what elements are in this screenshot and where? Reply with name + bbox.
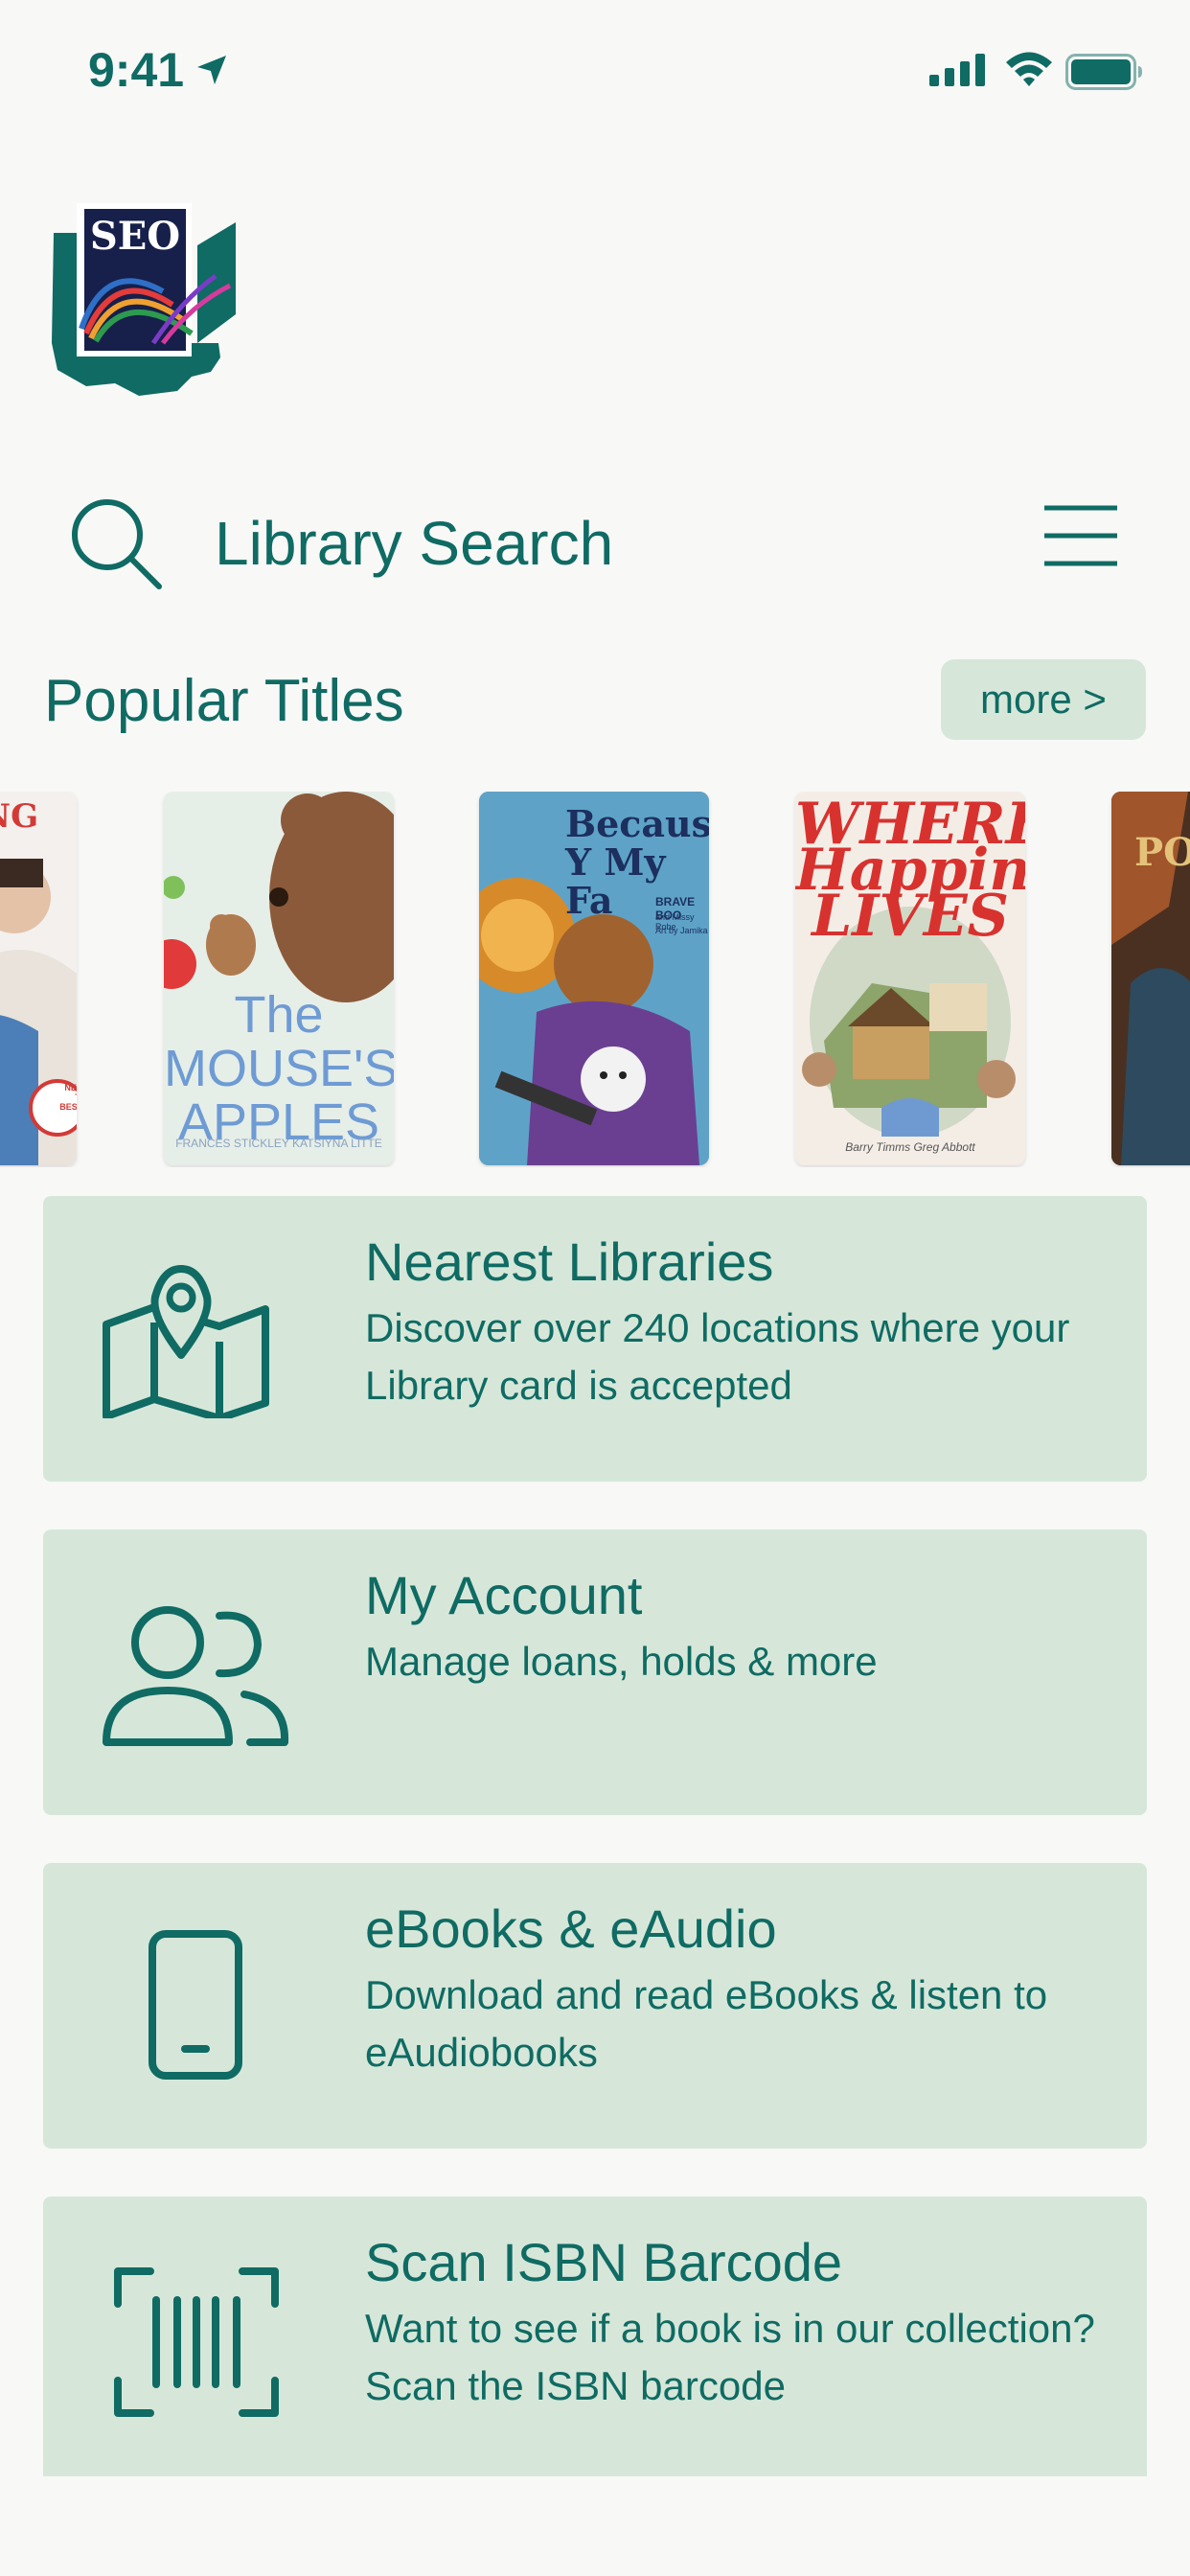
book-title: The MOUSE'S APPLES [164,986,394,1151]
scan-isbn-card[interactable]: Scan ISBN Barcode Want to see if a book … [43,2196,1147,2476]
book-art-credit: Art by Jamika [655,926,708,935]
book-illustration [0,859,77,1165]
card-description: Want to see if a book is in our collecti… [365,2306,1095,2408]
logo-text: SEO [90,214,180,259]
card-title: My Account [365,1565,643,1625]
card-description: Download and read eBooks & listen to eAu… [365,1972,1048,2075]
book-authors: FRANCES STICKLEY KATSIYNA LITTE [175,1137,382,1150]
battery-icon [1065,54,1142,90]
book-cover[interactable]: The MOUSE'S APPLES FRANCES STICKLEY KATS… [164,792,394,1165]
card-title: Nearest Libraries [365,1231,774,1292]
seo-logo: SEO [52,203,236,396]
card-description: Discover over 240 locations where your L… [365,1305,1070,1408]
library-search-label[interactable]: Library Search [215,508,613,579]
bestseller-badge: NEW YORK TIMES BESTSELLER [59,1083,77,1112]
wifi-icon [1006,52,1052,86]
book-cover[interactable]: WHERE Happines LIVES Barry Timms Greg Ab… [795,792,1025,1165]
more-button[interactable]: more > [941,659,1146,740]
ebooks-eaudio-card[interactable]: eBooks & eAudio Download and read eBooks… [43,1863,1147,2149]
book-cover[interactable]: PO [1111,792,1190,1165]
popular-titles-carousel[interactable]: NG NEW YORK TIMES BESTSELLER The MOUSE'S… [0,792,1190,1167]
card-title: Scan ISBN Barcode [365,2232,843,2292]
book-cover[interactable]: Because Y My Fa BRAVE BOO and Missy Robe… [479,792,709,1165]
my-account-card[interactable]: My Account Manage loans, holds & more [43,1530,1147,1815]
nearest-libraries-card[interactable]: Nearest Libraries Discover over 240 loca… [43,1196,1147,1482]
book-title: WHERE Happines LIVES [795,792,1025,950]
book-authors: Barry Timms Greg Abbott [845,1140,975,1154]
users-icon [103,1606,289,1746]
phone-icon [149,1930,242,2080]
location-arrow-icon [197,56,226,84]
status-bar: 9:41 [0,0,1190,144]
search-icon[interactable] [69,496,165,592]
barcode-scan-icon [114,2267,279,2417]
card-title: eBooks & eAudio [365,1898,777,1959]
cellular-signal-icon [929,54,985,86]
status-time: 9:41 [88,43,185,97]
popular-titles-heading: Popular Titles [44,668,404,734]
hamburger-menu-icon[interactable] [1042,504,1119,567]
book-title: PO [1134,830,1190,875]
book-cover[interactable]: NG NEW YORK TIMES BESTSELLER [0,792,77,1165]
card-description: Manage loans, holds & more [365,1639,878,1684]
map-pin-icon [103,1265,269,1418]
